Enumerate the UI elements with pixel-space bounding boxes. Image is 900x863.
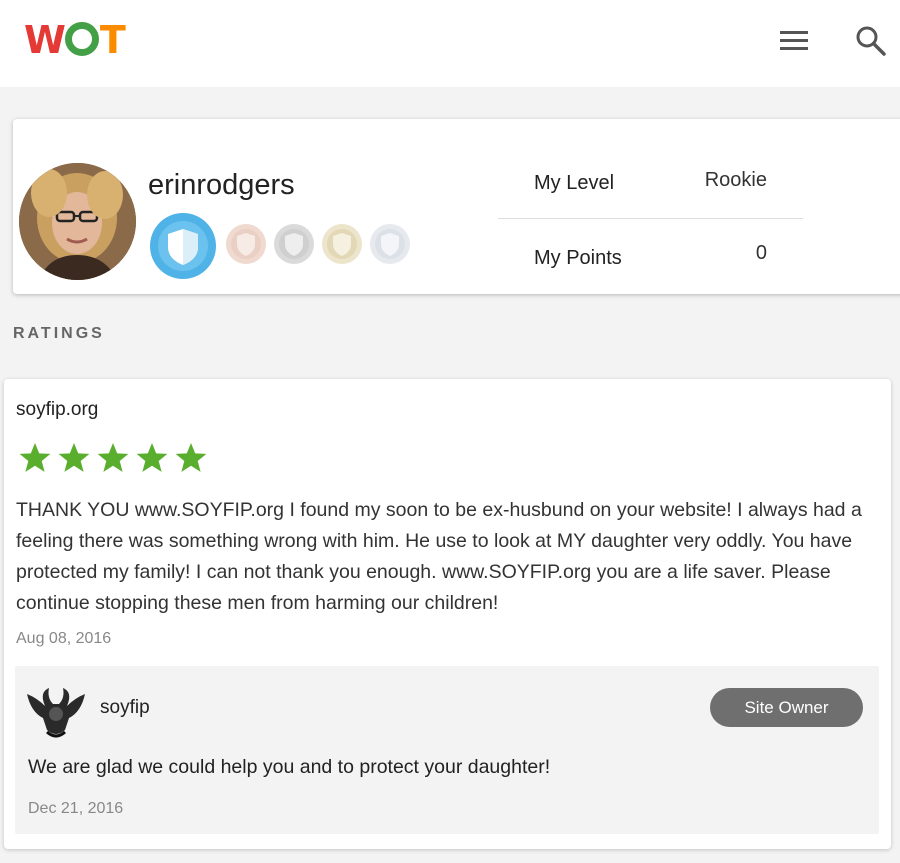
blue-shield-badge[interactable] xyxy=(148,211,218,286)
top-bar: WT xyxy=(0,0,900,87)
site-owner-badge: Site Owner xyxy=(710,688,863,727)
user-avatar[interactable] xyxy=(19,163,136,280)
profile-card: erinrodgers My Level Rookie My Points 0 xyxy=(13,119,900,294)
gold-shield-badge[interactable] xyxy=(320,222,364,271)
ratings-section-title: RATINGS xyxy=(13,325,105,342)
username: erinrodgers xyxy=(148,169,295,201)
owner-reply: soyfip Site Owner We are glad we could h… xyxy=(15,666,879,834)
star-icon xyxy=(136,443,168,472)
star-icon xyxy=(175,443,207,472)
review-site-link[interactable]: soyfip.org xyxy=(16,399,98,421)
silver-shield-badge[interactable] xyxy=(368,222,412,271)
review-date: Aug 08, 2016 xyxy=(16,630,112,647)
review-text: THANK YOU www.SOYFIP.org I found my soon… xyxy=(16,499,862,614)
winged-emblem-avatar[interactable] xyxy=(25,684,87,740)
star-icon xyxy=(97,443,129,472)
points-row: My Points 0 xyxy=(498,220,803,280)
review-card: soyfip.org THANK YOU www.SOYFIP.org I fo… xyxy=(4,379,891,849)
points-label: My Points xyxy=(534,247,622,269)
star-icon xyxy=(58,443,90,472)
search-icon[interactable] xyxy=(854,24,888,58)
level-value: Rookie xyxy=(704,169,767,191)
hamburger-menu-icon[interactable] xyxy=(778,26,810,56)
star-icon xyxy=(19,443,51,472)
reply-username[interactable]: soyfip xyxy=(100,697,150,719)
wot-logo[interactable]: WT xyxy=(24,18,126,62)
points-value: 0 xyxy=(755,242,767,264)
reply-date: Dec 21, 2016 xyxy=(28,800,124,817)
reply-text: We are glad we could help you and to pro… xyxy=(28,756,551,778)
level-label: My Level xyxy=(534,172,615,194)
rose-shield-badge[interactable] xyxy=(224,222,268,271)
level-row: My Level Rookie xyxy=(498,159,803,219)
grey-shield-badge[interactable] xyxy=(272,222,316,271)
